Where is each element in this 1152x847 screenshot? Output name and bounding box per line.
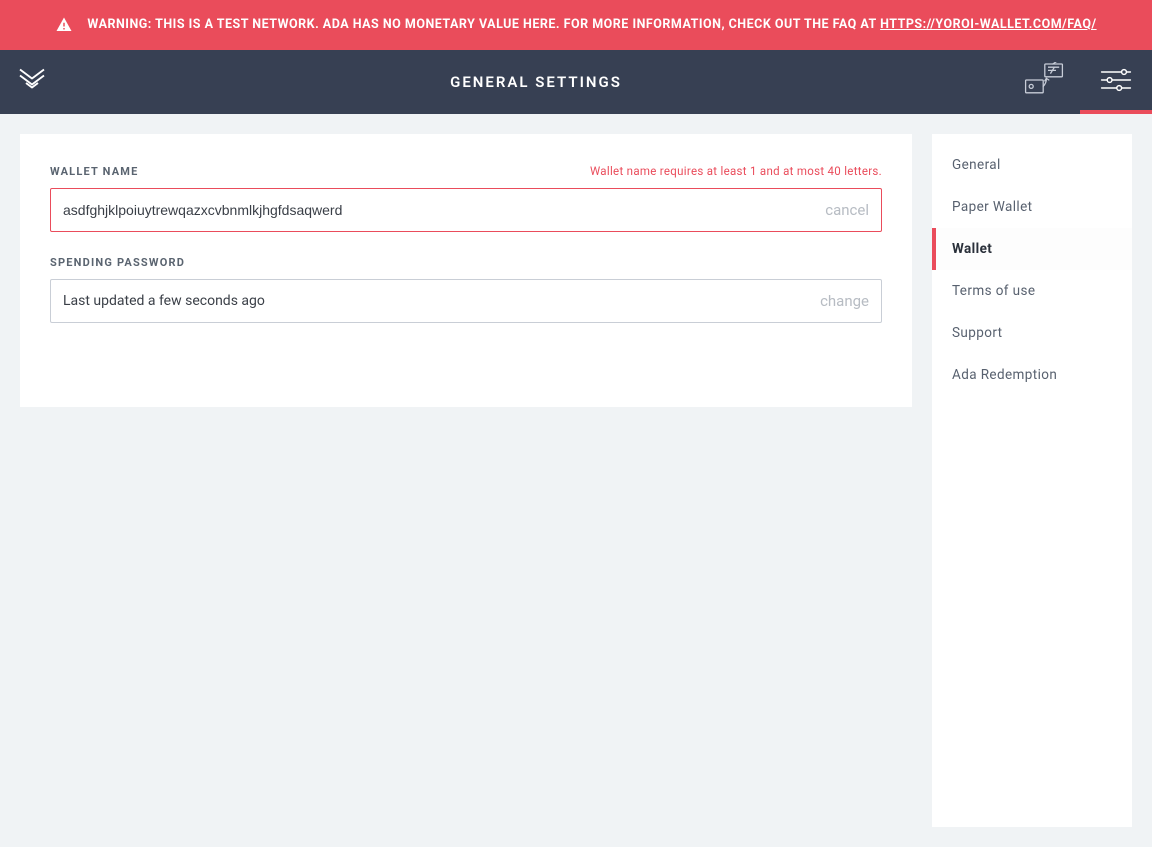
- warning-faq-link[interactable]: HTTPS://YOROI-WALLET.COM/FAQ/: [880, 17, 1097, 32]
- sidebar-item-support[interactable]: Support: [932, 312, 1132, 354]
- top-nav: GENERAL SETTINGS: [0, 50, 1152, 114]
- sidebar-item-label: General: [952, 157, 1001, 173]
- wallet-stack-icon: [1024, 62, 1064, 102]
- warning-triangle-icon: [55, 16, 73, 34]
- spending-password-status: Last updated a few seconds ago: [63, 293, 810, 309]
- wallet-name-cancel-button[interactable]: cancel: [815, 201, 869, 219]
- wallet-name-error: Wallet name requires at least 1 and at m…: [590, 164, 882, 178]
- spending-password-label: SPENDING PASSWORD: [50, 256, 185, 269]
- app-logo-button[interactable]: [0, 50, 64, 114]
- sliders-icon: [1100, 67, 1132, 97]
- spending-password-field-box: Last updated a few seconds ago change: [50, 279, 882, 323]
- sidebar-item-wallet[interactable]: Wallet: [932, 228, 1132, 270]
- sidebar-item-label: Paper Wallet: [952, 199, 1033, 215]
- wallet-name-group: WALLET NAME Wallet name requires at leas…: [50, 164, 882, 232]
- content-area: WALLET NAME Wallet name requires at leas…: [0, 114, 1152, 847]
- wallets-nav-button[interactable]: [1008, 50, 1080, 114]
- spending-password-group: SPENDING PASSWORD Last updated a few sec…: [50, 256, 882, 323]
- sidebar-item-label: Support: [952, 325, 1002, 341]
- settings-sidebar: General Paper Wallet Wallet Terms of use…: [932, 134, 1132, 827]
- yoroi-logo-icon: [17, 65, 47, 99]
- sidebar-item-label: Wallet: [952, 241, 992, 257]
- sidebar-item-ada-redemption[interactable]: Ada Redemption: [932, 354, 1132, 396]
- warning-text: WARNING: THIS IS A TEST NETWORK. ADA HAS…: [87, 17, 880, 32]
- spending-password-change-button[interactable]: change: [810, 292, 869, 310]
- sidebar-item-terms-of-use[interactable]: Terms of use: [932, 270, 1132, 312]
- sidebar-item-paper-wallet[interactable]: Paper Wallet: [932, 186, 1132, 228]
- sidebar-item-general[interactable]: General: [932, 144, 1132, 186]
- test-network-warning-banner: WARNING: THIS IS A TEST NETWORK. ADA HAS…: [0, 0, 1152, 50]
- wallet-name-field-box: cancel: [50, 188, 882, 232]
- page-title: GENERAL SETTINGS: [450, 73, 622, 91]
- settings-main-panel: WALLET NAME Wallet name requires at leas…: [20, 134, 912, 407]
- sidebar-item-label: Terms of use: [952, 283, 1035, 299]
- wallet-name-label: WALLET NAME: [50, 165, 139, 178]
- settings-nav-button[interactable]: [1080, 50, 1152, 114]
- wallet-name-input[interactable]: [63, 202, 815, 218]
- sidebar-item-label: Ada Redemption: [952, 367, 1057, 383]
